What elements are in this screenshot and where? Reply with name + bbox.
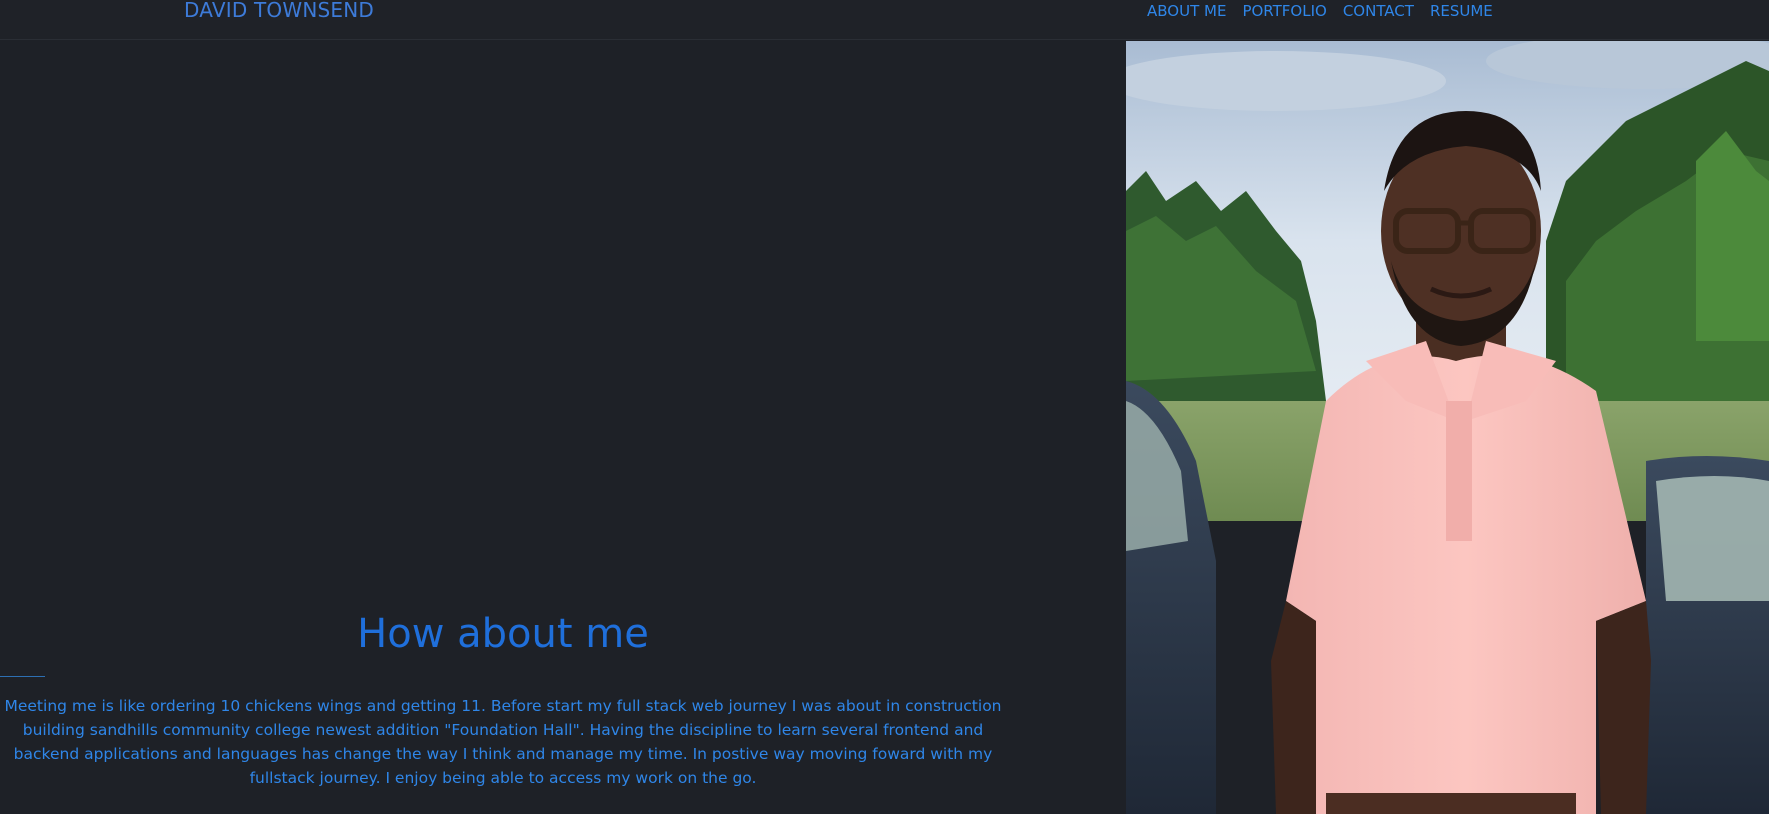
nav-resume[interactable]: RESUME (1430, 0, 1493, 22)
nav-links: ABOUT ME PORTFOLIO CONTACT RESUME (1147, 0, 1493, 22)
profile-photo (1126, 41, 1769, 814)
nav-contact[interactable]: CONTACT (1343, 0, 1414, 22)
accent-divider (0, 676, 45, 677)
brand-link[interactable]: DAVID TOWNSEND (184, 0, 374, 22)
navbar: DAVID TOWNSEND ABOUT ME PORTFOLIO CONTAC… (0, 0, 1769, 40)
about-title: How about me (357, 611, 649, 657)
nav-about-me[interactable]: ABOUT ME (1147, 0, 1226, 22)
nav-portfolio[interactable]: PORTFOLIO (1242, 0, 1326, 22)
about-paragraph: Meeting me is like ordering 10 chickens … (4, 697, 1002, 787)
